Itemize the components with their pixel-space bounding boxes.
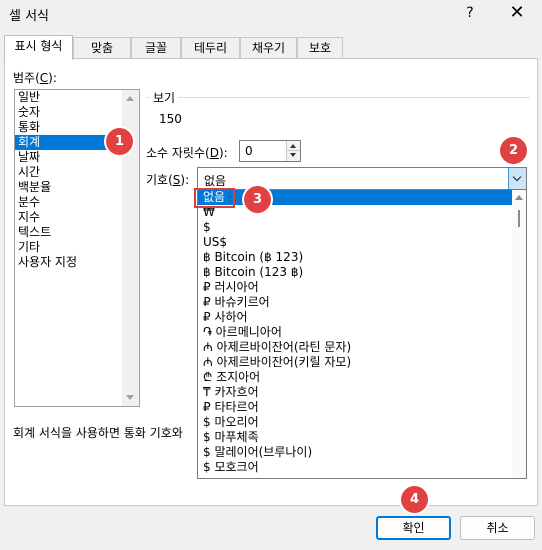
- tab-font[interactable]: 글꼴: [131, 37, 181, 59]
- category-label: 범주(C):: [13, 71, 57, 85]
- sample-caption: 보기: [150, 89, 179, 106]
- symbol-option[interactable]: ₾ 조지아어: [198, 370, 526, 385]
- dialog-title: 셀 서식: [9, 9, 50, 24]
- symbol-option[interactable]: ֏ 아르메니아어: [198, 325, 526, 340]
- step-badge: 1: [106, 128, 133, 155]
- title-bar: 셀 서식 ? ✕: [0, 0, 542, 28]
- ok-button[interactable]: 확인: [376, 516, 451, 540]
- symbol-option[interactable]: ฿ Bitcoin (123 ฿): [198, 265, 526, 280]
- symbol-option[interactable]: ₽ 사하어: [198, 310, 526, 325]
- dropdown-scrollbar[interactable]: [512, 190, 526, 478]
- category-item-scientific[interactable]: 지수: [15, 210, 139, 225]
- tab-border[interactable]: 테두리: [181, 37, 240, 59]
- symbol-option[interactable]: $: [198, 220, 526, 235]
- scroll-thumb[interactable]: [518, 210, 520, 227]
- symbol-option[interactable]: ₸ 카자흐어: [198, 385, 526, 400]
- sample-group: [146, 97, 530, 135]
- tab-panel: 범주(C): 일반 숫자 통화 회계 날짜 시간 백분율 분수 지수 텍스트 기…: [4, 58, 538, 506]
- symbol-dropdown-list[interactable]: 없음 ₩ $ US$ ฿ Bitcoin (฿ 123) ฿ Bitcoin (…: [197, 189, 527, 479]
- category-item-number[interactable]: 숫자: [15, 105, 139, 120]
- symbol-option[interactable]: ₽ 바슈키르어: [198, 295, 526, 310]
- spin-down-button[interactable]: [287, 151, 300, 161]
- close-button[interactable]: ✕: [503, 1, 531, 25]
- tab-alignment[interactable]: 맞춤: [73, 37, 131, 59]
- highlight-box: [194, 188, 235, 208]
- step-badge: 4: [401, 486, 428, 513]
- scroll-up-icon[interactable]: [126, 96, 134, 101]
- symbol-selected-value: 없음: [204, 174, 227, 188]
- symbol-label: 기호(S):: [146, 173, 190, 187]
- symbol-option[interactable]: $ 모호크어: [198, 460, 526, 475]
- decimal-places-value[interactable]: 0: [245, 144, 253, 158]
- symbol-option[interactable]: ₽ 타타르어: [198, 400, 526, 415]
- help-button[interactable]: ?: [458, 3, 482, 23]
- category-item-text[interactable]: 텍스트: [15, 225, 139, 240]
- category-item-special[interactable]: 기타: [15, 240, 139, 255]
- category-item-percentage[interactable]: 백분율: [15, 180, 139, 195]
- symbol-option[interactable]: $ 말레이어(브루나이): [198, 445, 526, 460]
- category-item-custom[interactable]: 사용자 지정: [15, 255, 139, 270]
- category-item-time[interactable]: 시간: [15, 165, 139, 180]
- sample-value: 150: [159, 112, 182, 126]
- symbol-option[interactable]: ₼ 아제르바이잔어(라틴 문자): [198, 340, 526, 355]
- symbol-option[interactable]: ₼ 아제르바이잔어(키릴 자모): [198, 355, 526, 370]
- chevron-down-icon[interactable]: [508, 168, 526, 189]
- format-description: 회계 서식을 사용하면 통화 기호와: [13, 426, 183, 440]
- tab-fill[interactable]: 채우기: [240, 37, 297, 59]
- spinner-buttons: [286, 141, 300, 161]
- category-item-general[interactable]: 일반: [15, 90, 139, 105]
- tab-protection[interactable]: 보호: [297, 37, 343, 59]
- symbol-option[interactable]: $ 마푸체족: [198, 430, 526, 445]
- cancel-button[interactable]: 취소: [460, 516, 535, 540]
- decimal-places-label: 소수 자릿수(D):: [146, 146, 228, 160]
- step-badge: 2: [500, 137, 527, 164]
- symbol-option[interactable]: ฿ Bitcoin (฿ 123): [198, 250, 526, 265]
- decimal-places-spinner[interactable]: 0: [239, 140, 301, 162]
- symbol-option[interactable]: US$: [198, 235, 526, 250]
- scroll-up-icon[interactable]: [515, 195, 523, 200]
- symbol-option[interactable]: ₽ 러시아어: [198, 280, 526, 295]
- spin-up-button[interactable]: [287, 141, 300, 151]
- step-badge: 3: [244, 186, 271, 213]
- scroll-down-icon[interactable]: [126, 395, 134, 400]
- category-item-fraction[interactable]: 분수: [15, 195, 139, 210]
- tab-number-format[interactable]: 표시 형식: [4, 35, 73, 60]
- symbol-option[interactable]: $ 마오리어: [198, 415, 526, 430]
- symbol-combobox[interactable]: 없음: [197, 167, 527, 190]
